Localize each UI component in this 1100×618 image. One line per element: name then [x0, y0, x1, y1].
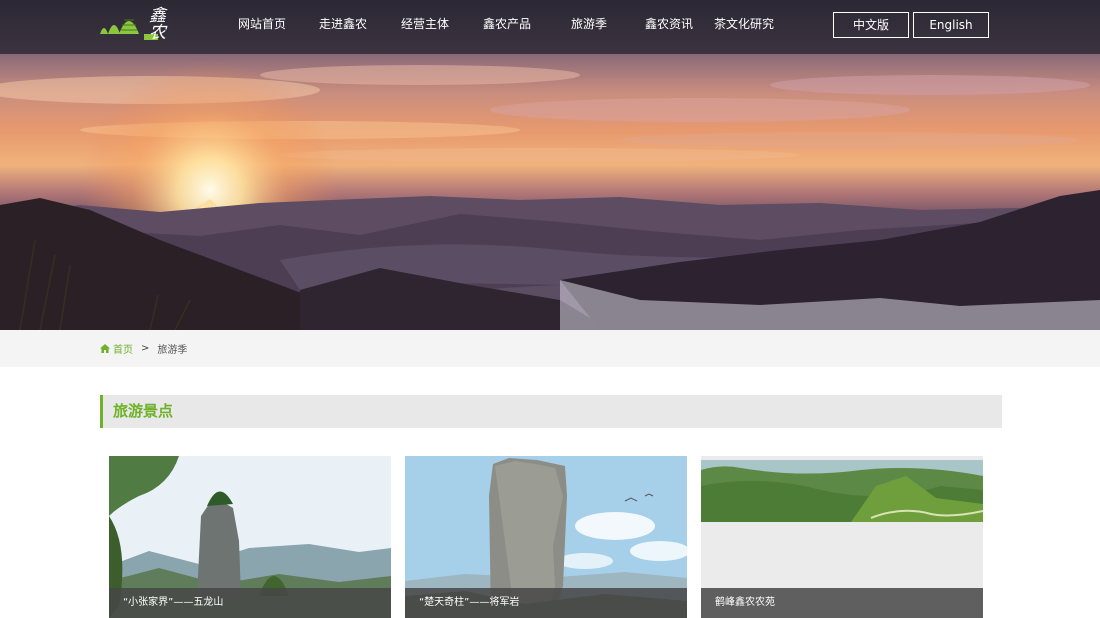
- breadcrumb: 首页 > 旅游季: [100, 330, 187, 367]
- scenic-card-jiangjunyan[interactable]: “楚天奇柱”——将军岩: [405, 456, 687, 618]
- card-caption: “小张家界”——五龙山: [109, 588, 391, 618]
- card-caption: 鹤峰鑫农农苑: [701, 588, 983, 618]
- nav-tourism[interactable]: 旅游季: [548, 0, 630, 54]
- nav-tea-culture[interactable]: 茶文化研究: [708, 0, 780, 54]
- nav-products[interactable]: 鑫农产品: [466, 0, 548, 54]
- top-header: 鑫农 网站首页 走进鑫农 经营主体 鑫农产品 旅游季 鑫农资讯 茶文化研究 中文…: [0, 0, 1100, 54]
- page: 鑫农 网站首页 走进鑫农 经营主体 鑫农产品 旅游季 鑫农资讯 茶文化研究 中文…: [0, 0, 1100, 618]
- breadcrumb-bar: 首页 > 旅游季: [0, 330, 1100, 367]
- scenic-card-xinnong-garden[interactable]: 鹤峰鑫农农苑: [701, 456, 983, 618]
- nav-about[interactable]: 走进鑫农: [302, 0, 384, 54]
- logo-text: 鑫农: [145, 6, 165, 40]
- breadcrumb-home-label: 首页: [113, 345, 133, 356]
- logo[interactable]: 鑫农: [98, 4, 178, 46]
- nav-business[interactable]: 经营主体: [384, 0, 466, 54]
- chinese-language-button[interactable]: 中文版: [833, 12, 909, 38]
- card-caption: “楚天奇柱”——将军岩: [405, 588, 687, 618]
- main-nav: 网站首页 走进鑫农 经营主体 鑫农产品 旅游季 鑫农资讯 茶文化研究: [222, 0, 780, 54]
- nav-news[interactable]: 鑫农资讯: [630, 0, 708, 54]
- scenic-card-wulongshan[interactable]: “小张家界”——五龙山: [109, 456, 391, 618]
- nav-home[interactable]: 网站首页: [222, 0, 302, 54]
- section-header: 旅游景点: [100, 395, 1002, 428]
- breadcrumb-current: 旅游季: [157, 345, 188, 356]
- home-icon: [100, 344, 110, 353]
- section-title: 旅游景点: [113, 402, 174, 420]
- logo-icon: [100, 19, 158, 40]
- english-language-button[interactable]: English: [913, 12, 989, 38]
- breadcrumb-home-link[interactable]: 首页: [100, 341, 133, 356]
- breadcrumb-separator: >: [141, 343, 150, 354]
